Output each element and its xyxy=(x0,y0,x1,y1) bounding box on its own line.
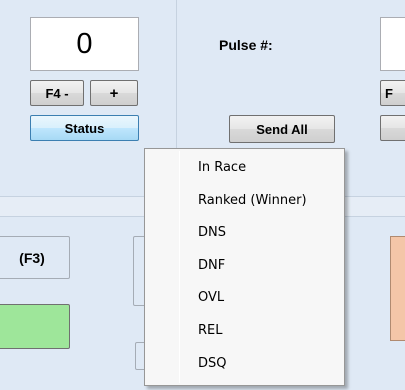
menu-item-ranked-winner[interactable]: Ranked (Winner) xyxy=(145,185,344,218)
status-menu: In Race Ranked (Winner) DNS DNF OVL REL … xyxy=(144,148,345,386)
status-button[interactable]: Status xyxy=(30,115,139,141)
menu-item-rel[interactable]: REL xyxy=(145,315,344,348)
menu-item-dsq[interactable]: DSQ xyxy=(145,348,344,381)
pulse-label: Pulse #: xyxy=(219,37,273,53)
menu-item-dnf[interactable]: DNF xyxy=(145,250,344,283)
counter-display[interactable]: 0 xyxy=(30,17,139,71)
right-status-button[interactable] xyxy=(380,115,405,141)
plus-button[interactable]: + xyxy=(90,80,138,106)
menu-icon-gutter xyxy=(179,151,180,383)
menu-item-in-race[interactable]: In Race xyxy=(145,152,344,185)
menu-item-dns[interactable]: DNS xyxy=(145,217,344,250)
green-indicator xyxy=(0,304,70,349)
f3-button[interactable]: (F3) xyxy=(0,236,70,279)
f-key-button[interactable]: F xyxy=(380,80,405,106)
menu-item-ovl[interactable]: OVL xyxy=(145,282,344,315)
send-all-button[interactable]: Send All xyxy=(229,115,335,143)
orange-indicator xyxy=(390,236,405,341)
f4-minus-button[interactable]: F4 - xyxy=(30,80,84,106)
pulse-input[interactable] xyxy=(380,17,405,71)
